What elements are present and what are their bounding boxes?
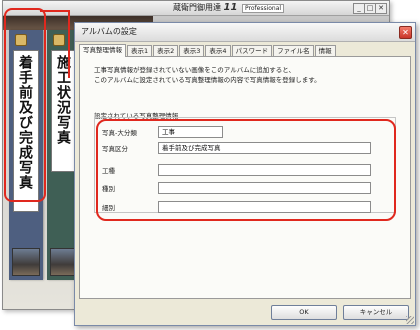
tab-panel: 工事写真情報が登録されていない画像をこのアルバムに追加すると、 このアルバムに設… <box>79 56 411 299</box>
main-title-bar: 蔵衛門御用達 11 Professional _ □ ✕ <box>3 1 389 16</box>
close-button[interactable]: ✕ <box>375 3 387 14</box>
main-title: 蔵衛門御用達 11 Professional <box>173 2 285 13</box>
tab-display-3[interactable]: 表示3 <box>179 45 205 56</box>
app-name: 蔵衛門御用達 <box>173 3 221 12</box>
tab-display-4[interactable]: 表示4 <box>205 45 231 56</box>
album-thumbnail <box>12 248 40 276</box>
tab-display-2[interactable]: 表示2 <box>153 45 179 56</box>
app-edition: Professional <box>242 4 285 13</box>
dialog-title: アルバムの設定 <box>81 27 137 36</box>
highlight-connector <box>68 10 70 78</box>
resize-grip-icon[interactable] <box>406 316 414 324</box>
description-text: 工事写真情報が登録されていない画像をこのアルバムに追加すると、 このアルバムに設… <box>94 65 321 85</box>
dialog-close-button[interactable]: ✕ <box>399 26 412 39</box>
fields-highlight-frame <box>96 119 396 221</box>
album-settings-dialog: アルバムの設定 ✕ 写真整理情報 表示1 表示2 表示3 表示4 パスワード フ… <box>74 22 416 326</box>
tab-info[interactable]: 情報 <box>314 45 336 56</box>
dialog-title-bar: アルバムの設定 ✕ <box>75 23 415 42</box>
description-line: このアルバムに設定されている写真整理情報の内容で写真情報を登録します。 <box>94 76 321 84</box>
tab-strip: 写真整理情報 表示1 表示2 表示3 表示4 パスワード ファイル名 情報 <box>79 44 411 57</box>
tab-photo-info[interactable]: 写真整理情報 <box>79 44 126 57</box>
tab-filename[interactable]: ファイル名 <box>273 45 314 56</box>
tab-password[interactable]: パスワード <box>231 45 273 56</box>
app-version: 11 <box>223 2 238 13</box>
cancel-button[interactable]: キャンセル <box>343 305 409 320</box>
album-highlight-frame <box>4 8 46 202</box>
tab-display-1[interactable]: 表示1 <box>127 45 153 56</box>
ok-button[interactable]: OK <box>271 305 337 320</box>
description-line: 工事写真情報が登録されていない画像をこのアルバムに追加すると、 <box>94 66 295 74</box>
bookmark-icon <box>53 34 65 46</box>
highlight-connector <box>40 10 70 12</box>
